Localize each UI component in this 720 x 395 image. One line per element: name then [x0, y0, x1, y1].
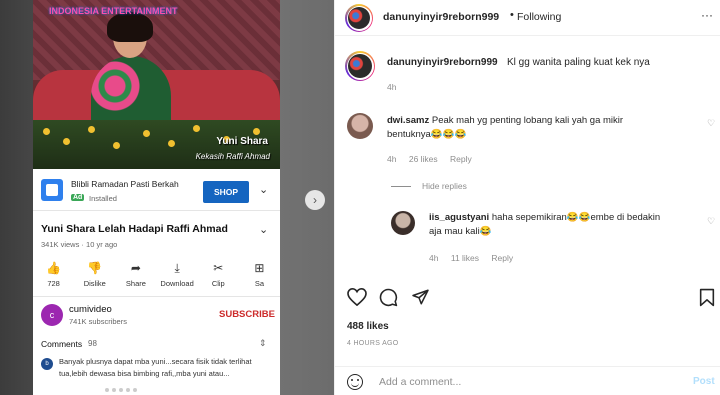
post-media: INDONESIA ENTERTAINMENT Yuni Shara Kekas…: [0, 0, 334, 395]
following-button[interactable]: Following: [517, 11, 561, 23]
more-options-icon[interactable]: ···: [701, 8, 713, 22]
dislike-action: 👎 Dislike: [83, 261, 106, 288]
ad-shop-button: SHOP: [203, 181, 249, 203]
share-arrow-icon: ➦: [130, 261, 141, 275]
youtube-screenshot: INDONESIA ENTERTAINMENT Yuni Shara Kekas…: [33, 0, 280, 395]
comment-text: haha sepemikiran😂😂embe di bedakin: [491, 212, 661, 223]
video-title: Yuni Shara Lelah Hadapi Raffi Ahmad: [41, 223, 228, 235]
heart-icon[interactable]: [347, 288, 367, 306]
caption-username[interactable]: danunyinyir9reborn999: [387, 57, 498, 68]
divider: [391, 186, 411, 187]
add-comment-bar: Add a comment... Post: [335, 366, 720, 395]
separator-dot: •: [510, 9, 514, 21]
video-watermark: INDONESIA ENTERTAINMENT: [49, 6, 178, 16]
save-playlist-icon: ⊞: [254, 261, 265, 275]
comment-icon[interactable]: [379, 288, 398, 307]
comments-count: 98: [88, 339, 97, 348]
comment-text-cont: aja mau kali😂: [429, 226, 492, 237]
comment-meta: 4h 11 likes Reply: [429, 253, 523, 263]
comment-likes[interactable]: 26 likes: [409, 154, 438, 164]
post-action-bar: [335, 280, 720, 310]
video-actions: 👍 728 👎 Dislike ➦ Share ⤓ Download ✂ Clip ⊞ Sa: [33, 258, 280, 292]
emoji-icon[interactable]: [347, 374, 363, 390]
post-time[interactable]: 4 HOURS AGO: [347, 340, 399, 347]
chevron-down-icon: ⌄: [259, 224, 269, 236]
video-frame: INDONESIA ENTERTAINMENT Yuni Shara Kekas…: [33, 0, 280, 169]
download-icon: ⤓: [174, 261, 180, 275]
post-header: danunyinyir9reborn999 • Following ···: [335, 0, 720, 36]
channel-subscribers: 741K subscribers: [69, 317, 127, 326]
subscribe-label: SUBSCRIBE: [219, 309, 275, 320]
comment-time[interactable]: 4h: [387, 154, 396, 164]
clip-action: ✂ Clip: [211, 261, 225, 288]
caption-text: Kl gg wanita paling kuat kek nya: [507, 57, 650, 68]
caption-time[interactable]: 4h: [387, 82, 396, 92]
download-action: ⤓ Download: [160, 261, 194, 288]
ad-banner: Blibli Ramadan Pasti Berkah Ad Installed…: [33, 169, 280, 211]
comment-body: iis_agustyani haha sepemikiran😂😂embe di …: [429, 211, 699, 239]
like-action: 👍 728: [46, 261, 62, 288]
comment-time[interactable]: 4h: [429, 253, 438, 263]
comment-text-cont: bentuknya😂😂😂: [387, 129, 467, 140]
comment-username[interactable]: dwi.samz: [387, 115, 429, 126]
comment-meta: 4h 26 likes Reply: [387, 154, 482, 164]
ad-title: Blibli Ramadan Pasti Berkah: [71, 179, 179, 189]
comment-like-icon[interactable]: ♡: [707, 118, 715, 129]
comment-username[interactable]: iis_agustyani: [429, 212, 489, 223]
first-comment-text: Banyak plusnya dapat mba yuni...secara f…: [59, 357, 252, 378]
post-button[interactable]: Post: [693, 376, 715, 387]
commenter-avatar: b: [41, 358, 53, 370]
bookmark-icon[interactable]: [699, 288, 715, 307]
share-action: ➦ Share: [125, 261, 146, 288]
comment-reply[interactable]: Reply: [491, 253, 513, 263]
video-caption-sub: Kekasih Raffi Ahmad: [195, 152, 270, 161]
chevron-down-icon: ⌄: [259, 184, 269, 196]
comment-like-icon[interactable]: ♡: [707, 216, 715, 227]
ad-status: Installed: [89, 194, 117, 203]
comment-text: Peak mah yg penting lobang kali yah ga m…: [431, 115, 624, 126]
comment-reply[interactable]: Reply: [450, 154, 472, 164]
comment-body: dwi.samz Peak mah yg penting lobang kali…: [387, 114, 697, 142]
post-sidebar: danunyinyir9reborn999 • Following ··· da…: [334, 0, 720, 395]
comment-likes[interactable]: 11 likes: [451, 253, 479, 263]
channel-name: cumivideo: [69, 304, 112, 315]
hide-replies-button[interactable]: Hide replies: [422, 181, 467, 191]
author-avatar[interactable]: [345, 4, 373, 32]
channel-avatar: c: [41, 304, 63, 326]
video-meta: 341K views · 10 yr ago: [41, 240, 118, 249]
add-comment-input[interactable]: Add a comment...: [379, 376, 461, 388]
blibli-logo-icon: [41, 179, 63, 201]
next-slide-button[interactable]: ›: [305, 190, 325, 210]
likes-count[interactable]: 488 likes: [347, 321, 389, 332]
save-action: ⊞ Sa: [254, 261, 265, 288]
sort-arrows-icon: ⇕: [259, 338, 267, 348]
ad-badge: Ad: [71, 194, 85, 201]
caption-avatar[interactable]: [345, 51, 375, 81]
commenter-avatar[interactable]: [347, 113, 373, 139]
commenter-avatar[interactable]: [391, 211, 415, 235]
divider: [33, 296, 280, 297]
thumbs-down-icon: 👎: [87, 261, 103, 275]
video-caption-name: Yuni Shara: [216, 136, 268, 147]
thumbs-up-icon: 👍: [46, 261, 62, 275]
scissors-icon: ✂: [213, 261, 224, 275]
comments-header: Comments: [41, 339, 83, 349]
carousel-dots: [105, 388, 137, 392]
author-username[interactable]: danunyinyir9reborn999: [383, 11, 499, 23]
share-icon[interactable]: [411, 288, 430, 306]
